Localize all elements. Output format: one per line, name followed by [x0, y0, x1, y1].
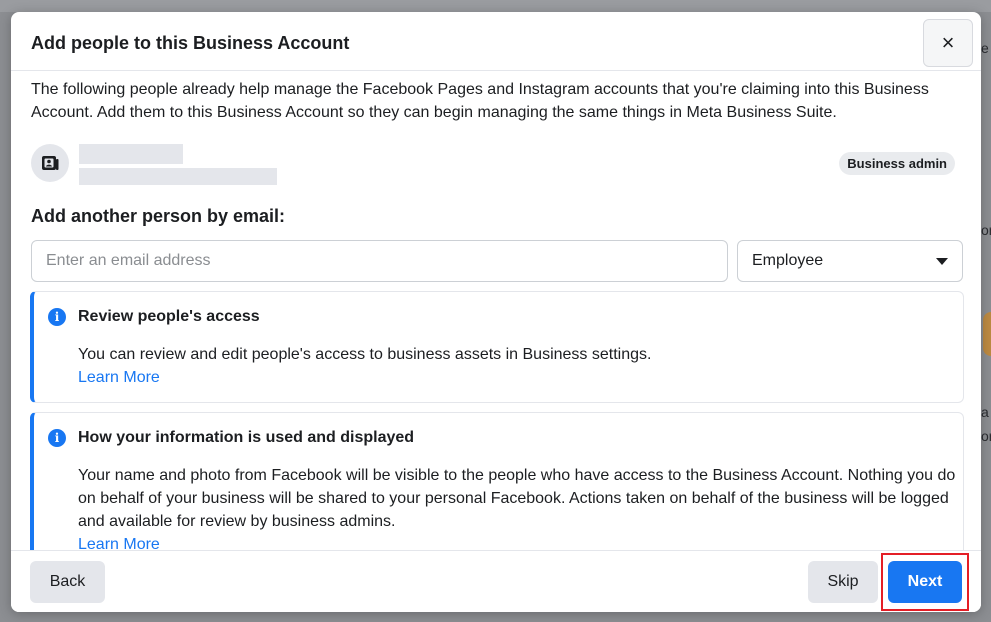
background-text-fragment: or	[981, 222, 991, 238]
background-text-fragment: a	[981, 404, 989, 420]
dialog-intro-text: The following people already help manage…	[31, 81, 929, 121]
add-people-dialog: Add people to this Business Account × Th…	[11, 12, 981, 612]
notice-body: Your name and photo from Facebook will b…	[78, 467, 956, 530]
notice-title: How your information is used and display…	[78, 429, 415, 446]
dialog-footer: Back Skip Next	[11, 550, 981, 612]
info-icon: i	[48, 308, 66, 326]
caret-down-icon	[936, 257, 948, 265]
learn-more-link[interactable]: Learn More	[78, 366, 958, 389]
role-dropdown[interactable]: Employee	[737, 240, 963, 282]
notice-title: Review people's access	[78, 308, 260, 325]
person-badge-icon	[42, 156, 59, 170]
add-by-email-label: Add another person by email:	[31, 206, 286, 226]
background-page-strip	[0, 0, 991, 12]
review-access-notice: i Review people's access You can review …	[30, 291, 964, 403]
close-icon: ×	[941, 30, 955, 55]
background-image-fragment	[983, 312, 991, 356]
role-dropdown-value: Employee	[752, 252, 824, 269]
person-name-redacted	[79, 144, 183, 164]
person-email-redacted	[79, 168, 277, 185]
background-text-fragment: or	[981, 428, 991, 444]
role-badge: Business admin	[839, 152, 955, 175]
header-divider	[11, 70, 981, 71]
back-button[interactable]: Back	[30, 561, 105, 603]
existing-person-row: Business admin	[31, 144, 955, 188]
avatar	[31, 144, 69, 182]
background-text-fragment: e	[981, 40, 989, 56]
next-button-highlight-box	[881, 553, 969, 611]
info-usage-notice: i How your information is used and displ…	[30, 412, 964, 562]
dialog-title: Add people to this Business Account	[31, 33, 350, 53]
close-button[interactable]: ×	[923, 19, 973, 67]
email-input[interactable]	[31, 240, 728, 282]
info-icon: i	[48, 429, 66, 447]
notice-body: You can review and edit people's access …	[78, 346, 652, 363]
skip-button[interactable]: Skip	[808, 561, 878, 603]
